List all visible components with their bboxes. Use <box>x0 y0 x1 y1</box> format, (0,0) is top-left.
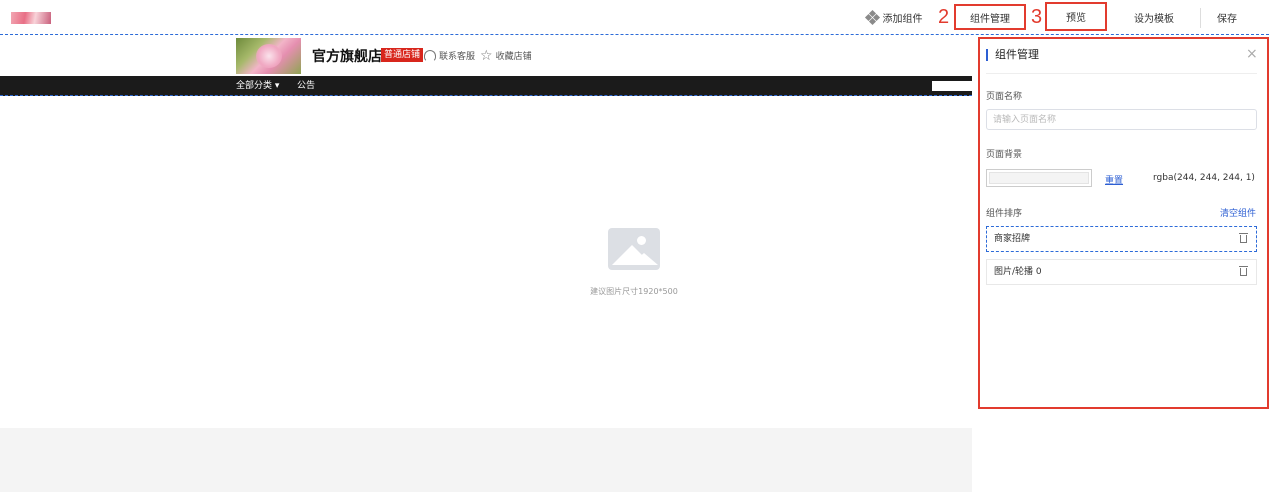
shop-name: 官方旗舰店 <box>312 49 382 65</box>
preview-label: 预览 <box>1066 13 1086 24</box>
editor-canvas[interactable]: 官方旗舰店 普通店铺 联系客服 ☆ 收藏店铺 全部分类 ▾ 公告 建议图片尺寸1… <box>0 36 972 492</box>
puzzle-icon <box>864 9 880 26</box>
page-name-label: 页面名称 <box>986 92 1023 102</box>
favorite-shop-link[interactable]: ☆ 收藏店铺 <box>480 47 532 64</box>
nav-all-categories[interactable]: 全部分类 ▾ <box>236 76 279 96</box>
shop-logo-image <box>236 38 301 74</box>
nav-notice[interactable]: 公告 <box>297 76 315 96</box>
preview-button[interactable]: 预览 <box>1045 2 1107 31</box>
add-component-button[interactable]: 添加组件 <box>864 0 924 35</box>
close-icon[interactable]: × <box>1246 47 1258 61</box>
trash-icon[interactable] <box>1239 266 1248 276</box>
panel-divider <box>986 73 1257 74</box>
contact-service-label: 联系客服 <box>439 52 476 62</box>
page-background-area <box>0 428 972 492</box>
star-icon: ☆ <box>480 47 493 64</box>
save-button[interactable]: 保存 <box>1204 0 1250 35</box>
image-carousel-placeholder[interactable]: 建议图片尺寸1920*500 <box>0 97 972 428</box>
headset-icon <box>424 49 436 62</box>
sort-item-label: 图片/轮播 0 <box>994 267 1042 277</box>
clear-components-link[interactable]: 清空组件 <box>1220 206 1256 219</box>
banner-size-hint: 建议图片尺寸1920*500 <box>590 287 678 296</box>
component-manage-panel: 组件管理 × 页面名称 页面背景 重置 rgba(244, 244, 244, … <box>978 37 1269 409</box>
set-template-label: 设为模板 <box>1134 14 1174 25</box>
component-sort-label: 组件排序 <box>986 209 1023 219</box>
toolbar-divider <box>1200 8 1201 28</box>
contact-service-link[interactable]: 联系客服 <box>424 49 475 62</box>
shop-navbar: 全部分类 ▾ 公告 <box>0 76 972 96</box>
trash-icon[interactable] <box>1239 233 1248 243</box>
set-template-button[interactable]: 设为模板 <box>1119 0 1189 35</box>
sort-item-carousel[interactable]: 图片/轮播 0 <box>986 259 1257 285</box>
page-bg-label: 页面背景 <box>986 150 1023 160</box>
bg-color-value: rgba(244, 244, 244, 1) <box>1153 173 1255 183</box>
image-placeholder-icon <box>608 228 660 270</box>
nav-search-input[interactable] <box>932 81 972 91</box>
annotation-step-2: 2 <box>938 6 950 28</box>
sort-item-signboard[interactable]: 商家招牌 <box>986 226 1257 252</box>
shop-signboard[interactable]: 官方旗舰店 普通店铺 联系客服 ☆ 收藏店铺 <box>0 36 972 76</box>
component-manage-button[interactable]: 组件管理 <box>954 4 1026 30</box>
page-name-input[interactable] <box>986 109 1257 130</box>
panel-title: 组件管理 <box>986 49 1039 61</box>
shop-type-badge: 普通店铺 <box>381 48 424 62</box>
favorite-shop-label: 收藏店铺 <box>495 52 532 62</box>
bg-color-picker[interactable] <box>986 169 1092 187</box>
save-label: 保存 <box>1217 14 1237 25</box>
annotation-step-3: 3 <box>1031 6 1043 28</box>
component-manage-label: 组件管理 <box>970 13 1010 25</box>
reset-bg-link[interactable]: 重置 <box>1105 173 1123 186</box>
add-component-label: 添加组件 <box>882 14 923 25</box>
top-toolbar: 添加组件 2 组件管理 3 预览 设为模板 保存 <box>0 0 1269 35</box>
sort-item-label: 商家招牌 <box>994 234 1031 244</box>
brand-logo <box>11 12 51 24</box>
